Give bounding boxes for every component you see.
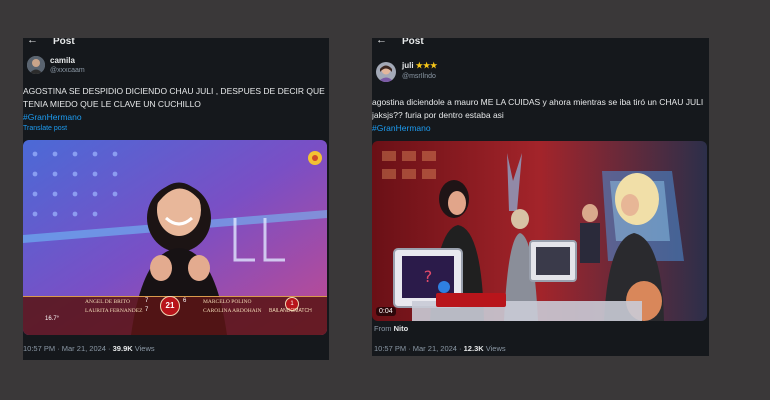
judge-name: LAURITA FERNANDEZ [85,308,143,314]
post-header: ← Post [372,38,709,50]
views-label: Views [485,344,506,353]
avatar[interactable] [27,56,45,74]
judge-name: MARCELO POLINO [203,299,252,305]
judge-name: ANGEL DE BRITO [85,299,130,305]
avatar[interactable] [376,62,396,82]
post-timestamp[interactable]: 10:57 PM · Mar 21, 2024 · [374,344,462,353]
judge-score: 6 [183,298,187,304]
temperature-label: 16.7° [45,316,60,322]
author-handle[interactable]: @msrIlndo [402,73,436,80]
from-source-link[interactable]: Nito [394,324,409,333]
post-meta: 10:57 PM · Mar 21, 2024 · 12.3K Views [374,344,506,353]
views-label: Views [134,344,155,353]
post-header: ← Post [23,38,329,50]
post-text: AGOSTINA SE DESPIDIO DICIENDO CHAU JULI … [23,86,325,109]
header-title: Post [53,38,75,47]
post-timestamp[interactable]: 10:57 PM · Mar 21, 2024 · [23,344,111,353]
post-text: agostina diciendole a mauro ME LA CUIDAS… [372,97,704,120]
translate-post-link[interactable]: Translate post [23,125,67,132]
author-name[interactable]: camila [50,56,75,65]
header-title: Post [402,38,424,47]
post-card-juli: ← Post juli ★★★ @msrIlndo agostina dicie… [372,38,709,356]
author-name[interactable]: juli ★★★ [402,61,437,70]
arrow-left-icon[interactable]: ← [27,38,38,46]
hashtag-link[interactable]: #GranHermano [23,112,82,122]
total-score: 21 [160,296,180,316]
video-timestamp: 0:04 [376,307,396,316]
views-count: 12.3K [463,344,484,353]
post-image[interactable]: ANGEL DE BRITO LAURITA FERNANDEZ 7 7 21 … [23,140,327,335]
from-label: From [374,324,392,333]
judge-score: 7 [145,298,149,304]
show-tag: BAILANDOMATCH [269,308,312,314]
arrow-left-icon[interactable]: ← [376,38,387,46]
views-count: 39.9K [112,344,133,353]
star-badges: ★★★ [415,61,438,70]
svg-text:?: ? [424,267,433,286]
video-source: From Nito [374,324,408,333]
author-handle[interactable]: @xxxcaam [50,67,85,74]
judge-name: CAROLINA ARDOHAIN [203,308,262,314]
tv-studio-image: ? [372,141,707,321]
judge-score: 7 [145,307,149,313]
post-card-camila: ← Post camila @xxxcaam AGOSTINA SE DESPI… [23,38,329,360]
post-video[interactable]: ? 0:04 [372,141,707,321]
hashtag-link[interactable]: #GranHermano [372,123,431,133]
post-meta: 10:57 PM · Mar 21, 2024 · 39.9K Views [23,344,155,353]
